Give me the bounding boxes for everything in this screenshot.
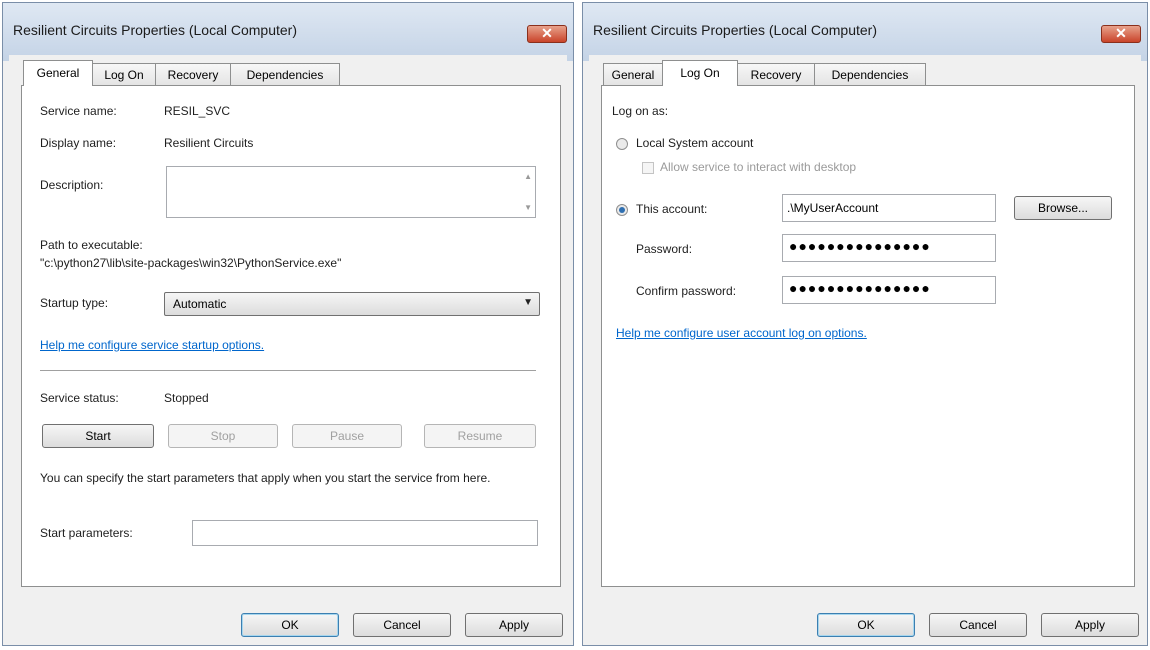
password-value: ●●●●●●●●●●●●●●● [789,238,931,254]
tab-recovery[interactable]: Recovery [155,63,231,85]
service-status-value: Stopped [164,391,209,405]
cancel-button[interactable]: Cancel [929,613,1027,637]
service-name-value: RESIL_SVC [164,104,231,118]
startup-type-label: Startup type: [40,296,109,310]
title-bar: Resilient Circuits Properties (Local Com… [583,3,1147,61]
confirm-password-label: Confirm password: [636,284,737,298]
tab-panel-general: Service name: RESIL_SVC Display name: Re… [21,85,561,587]
scroll-up-icon[interactable]: ▲ [524,172,532,181]
tab-log-on[interactable]: Log On [662,60,738,86]
allow-interact-label: Allow service to interact with desktop [660,160,857,174]
description-label: Description: [40,178,104,192]
startup-type-select[interactable]: Automatic ▼ [164,292,540,316]
confirm-password-input[interactable]: ●●●●●●●●●●●●●●● [782,276,996,304]
close-button[interactable]: ✕ [1101,25,1141,43]
pause-button[interactable]: Pause [292,424,402,448]
startup-type-value: Automatic [173,297,227,311]
stop-button[interactable]: Stop [168,424,278,448]
start-button[interactable]: Start [42,424,154,448]
local-system-radio[interactable] [616,138,628,150]
ok-button[interactable]: OK [817,613,915,637]
browse-button[interactable]: Browse... [1014,196,1112,220]
ok-button[interactable]: OK [241,613,339,637]
service-name-label: Service name: [40,104,117,118]
log-on-as-label: Log on as: [612,104,669,118]
description-field[interactable]: ▲ ▼ [166,166,536,218]
confirm-password-value: ●●●●●●●●●●●●●●● [789,280,931,296]
chevron-down-icon: ▼ [523,297,533,308]
display-name-label: Display name: [40,136,117,150]
resume-button[interactable]: Resume [424,424,536,448]
properties-window-general: Resilient Circuits Properties (Local Com… [2,2,574,646]
cancel-button[interactable]: Cancel [353,613,451,637]
dialog-client: General Log On Recovery Dependencies Ser… [9,55,567,639]
path-label: Path to executable: [40,238,143,252]
account-input[interactable]: .\MyUserAccount [782,194,996,222]
help-logon-link[interactable]: Help me configure user account log on op… [616,326,867,340]
start-params-info: You can specify the start parameters tha… [40,471,491,485]
tab-general[interactable]: General [603,63,663,85]
this-account-label: This account: [636,202,708,216]
help-startup-link[interactable]: Help me configure service startup option… [40,338,264,352]
scroll-down-icon[interactable]: ▼ [524,203,532,212]
properties-window-log-on: Resilient Circuits Properties (Local Com… [582,2,1148,646]
close-icon: ✕ [541,25,553,41]
tab-general[interactable]: General [23,60,93,86]
password-input[interactable]: ●●●●●●●●●●●●●●● [782,234,996,262]
allow-interact-checkbox[interactable] [642,162,654,174]
start-params-label: Start parameters: [40,526,133,540]
apply-button[interactable]: Apply [1041,613,1139,637]
apply-button[interactable]: Apply [465,613,563,637]
tab-dependencies[interactable]: Dependencies [230,63,340,85]
this-account-radio[interactable] [616,204,628,216]
start-params-input[interactable] [192,520,538,546]
path-value: "c:\python27\lib\site-packages\win32\Pyt… [40,256,342,270]
account-value: .\MyUserAccount [787,201,879,215]
window-title: Resilient Circuits Properties (Local Com… [593,22,877,38]
dialog-client: General Log On Recovery Dependencies Log… [589,55,1141,639]
tab-dependencies[interactable]: Dependencies [814,63,926,85]
service-status-label: Service status: [40,391,119,405]
tab-panel-log-on: Log on as: Local System account Allow se… [601,85,1135,587]
separator [40,370,536,371]
close-button[interactable]: ✕ [527,25,567,43]
display-name-value: Resilient Circuits [164,136,254,150]
local-system-label: Local System account [636,136,754,150]
tab-recovery[interactable]: Recovery [737,63,815,85]
title-bar: Resilient Circuits Properties (Local Com… [3,3,573,61]
window-title: Resilient Circuits Properties (Local Com… [13,22,297,38]
password-label: Password: [636,242,693,256]
close-icon: ✕ [1115,25,1127,41]
tab-log-on[interactable]: Log On [92,63,156,85]
